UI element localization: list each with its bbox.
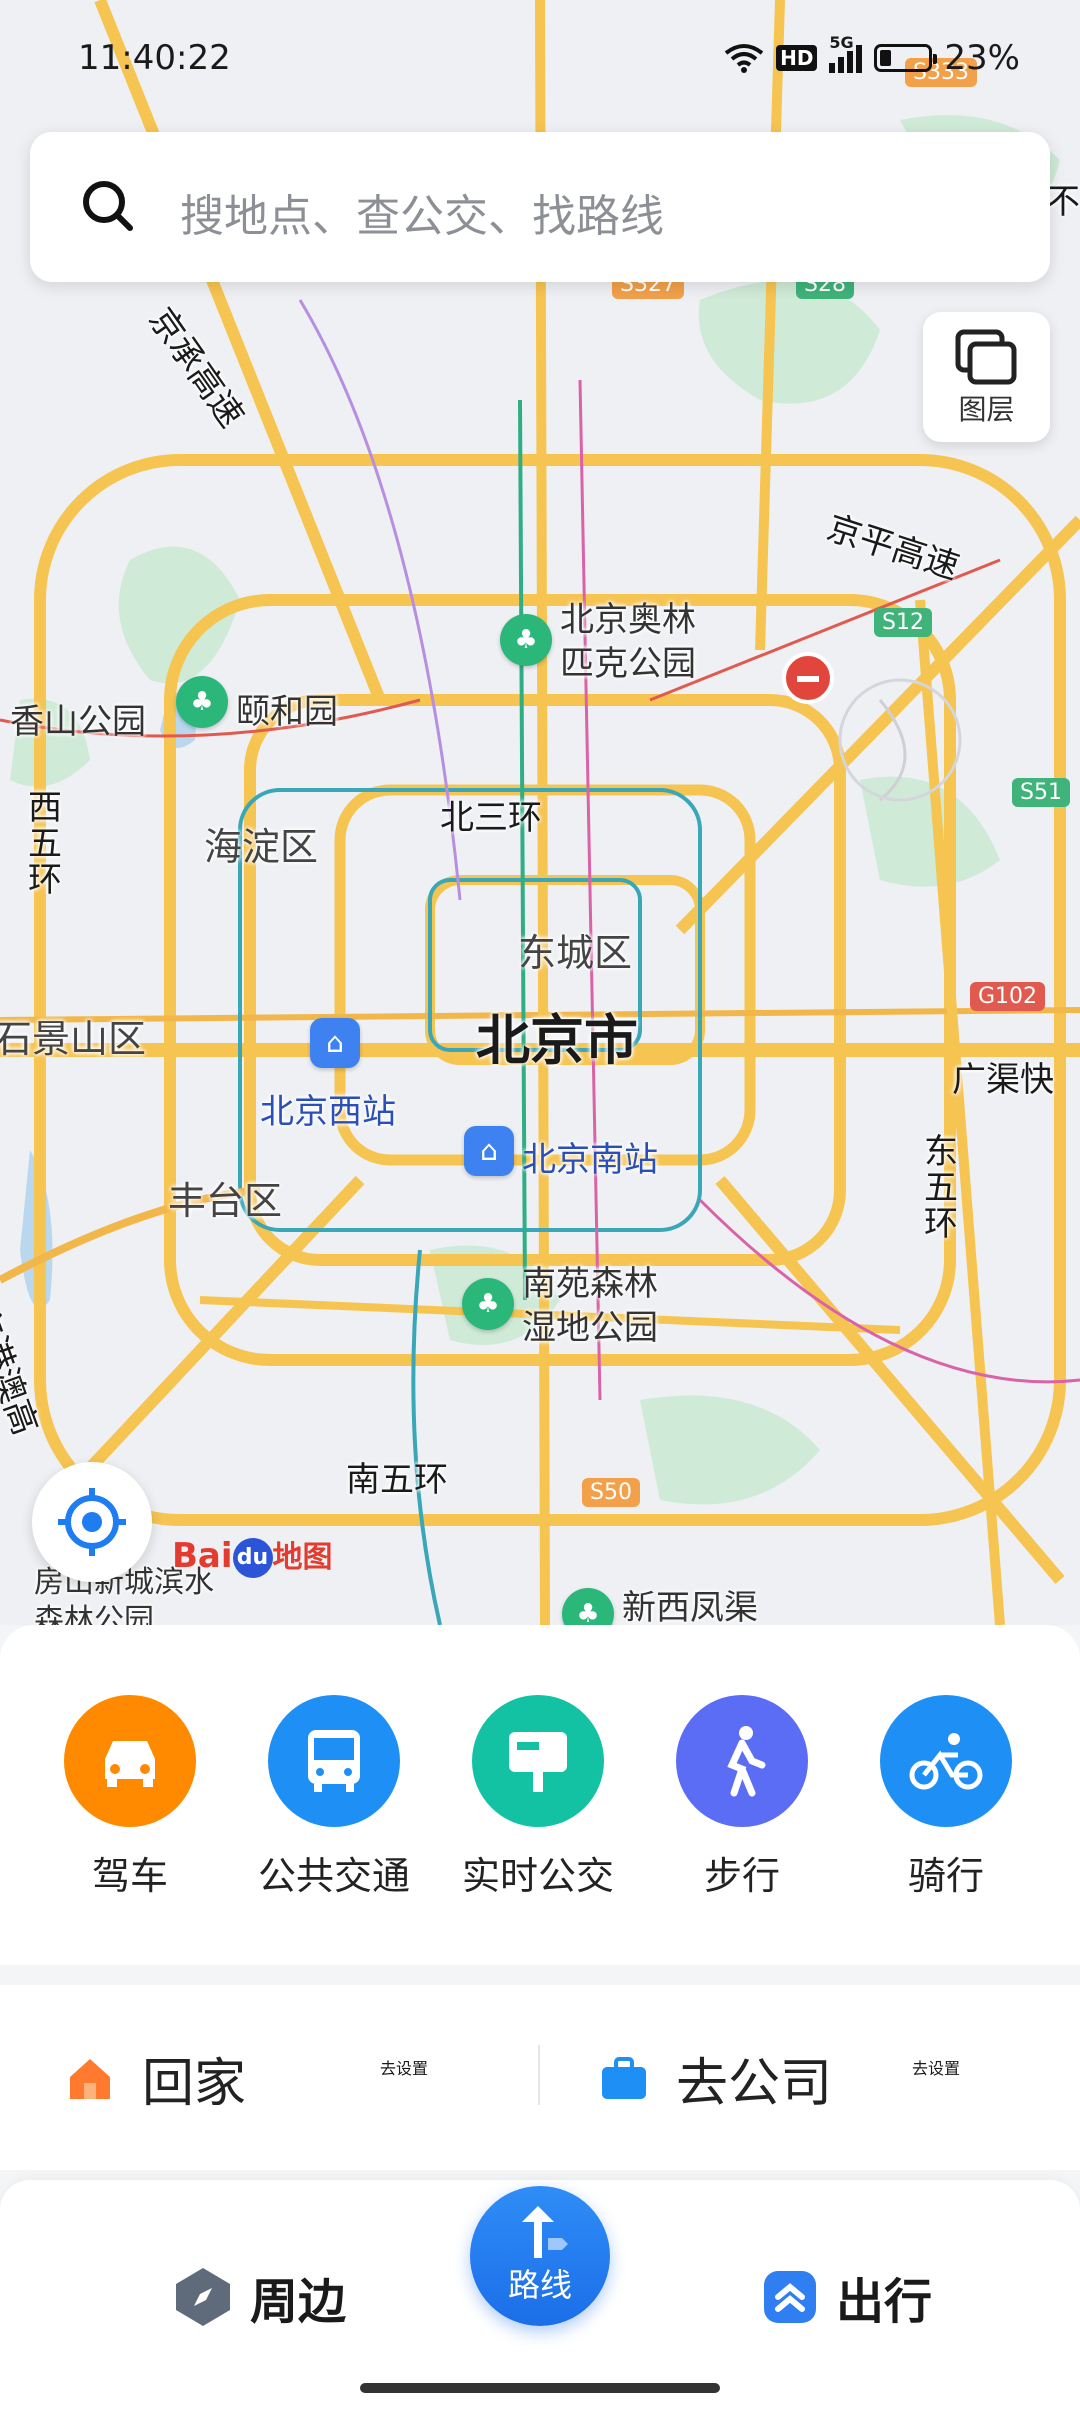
train-station-icon[interactable]: ⌂ (310, 1018, 360, 1068)
map-label-haidian[interactable]: 海淀区 (204, 816, 318, 871)
travel-icon (764, 2271, 816, 2323)
poi-xiangshan[interactable]: 香山公园 (10, 694, 146, 743)
map-label-fragment: 不 (1046, 182, 1080, 222)
tab-nearby[interactable]: 周边 (172, 2262, 346, 2332)
shortcuts-panel: 回家 去设置 去公司 去设置 (0, 1985, 1080, 2170)
search-placeholder: 搜地点、查公交、找路线 (180, 191, 664, 242)
map-label-shijingshan[interactable]: 石景山区 (0, 1008, 146, 1063)
status-bar: 11:40:22 HD 5G 23% (78, 33, 1040, 88)
battery-percent: 23% (944, 38, 1020, 78)
mode-transit[interactable]: 公共交通 (234, 1695, 434, 1900)
travel-mode-panel: 驾车 公共交通 实时公交 步行 骑行 (0, 1625, 1080, 1965)
briefcase-icon (602, 2056, 646, 2099)
tab-travel[interactable]: 出行 (760, 2262, 932, 2332)
bus-stop-icon (472, 1695, 604, 1827)
map-label-fengtai[interactable]: 丰台区 (168, 1170, 282, 1225)
poi-nanyuan[interactable]: 南苑森林 湿地公园 (522, 1262, 658, 1350)
work-setup-link[interactable]: 去设置 (912, 2055, 960, 2079)
park-icon[interactable]: ♣ (176, 676, 228, 728)
battery-icon (874, 44, 938, 72)
mode-label: 公共交通 (257, 1854, 410, 1898)
home-setup-link[interactable]: 去设置 (380, 2055, 428, 2079)
poi-yiheyuan[interactable]: 颐和园 (236, 684, 338, 733)
road-shield-s51: S51 (1012, 778, 1070, 807)
search-bar[interactable]: 搜地点、查公交、找路线 (30, 132, 1050, 282)
road-shield-g102: G102 (970, 982, 1046, 1011)
park-icon[interactable]: ♣ (462, 1278, 514, 1330)
cell-signal-icon: 5G (829, 33, 863, 73)
home-icon (70, 2058, 110, 2099)
road-shield-s12: S12 (874, 608, 932, 637)
map-label-nan-wu-huan: 南五环 (346, 1460, 448, 1500)
map-label-dongcheng[interactable]: 东城区 (518, 922, 632, 977)
poi-bj-west[interactable]: 北京西站 (260, 1084, 396, 1133)
route-label: 路线 (507, 2266, 572, 2304)
tab-travel-label: 出行 (836, 2274, 933, 2330)
route-arrow-icon (522, 2206, 568, 2258)
mode-walk[interactable]: 步行 (642, 1695, 842, 1900)
car-icon (64, 1695, 196, 1827)
mode-label: 驾车 (91, 1854, 168, 1898)
bus-icon (268, 1695, 400, 1827)
no-entry-icon[interactable] (782, 652, 834, 704)
layers-icon (955, 329, 1016, 385)
shortcut-work-title: 去公司 (676, 2054, 833, 2114)
train-station-icon[interactable]: ⌂ (464, 1126, 514, 1176)
baidu-logo: Bai du 地图 (172, 1536, 333, 1578)
mode-label: 骑行 (907, 1854, 984, 1898)
shortcut-home[interactable]: 回家 (66, 2041, 246, 2116)
mode-label: 实时公交 (461, 1854, 614, 1898)
mode-bike[interactable]: 骑行 (846, 1695, 1046, 1900)
home-indicator (360, 2383, 720, 2393)
map-label-guangqu: 广渠快 (952, 1060, 1054, 1100)
hd-badge: HD (776, 45, 818, 71)
poi-olympic-park[interactable]: 北京奥林 匹克公园 (560, 598, 696, 686)
search-icon (83, 181, 133, 231)
locate-button[interactable] (32, 1462, 152, 1582)
shortcut-work[interactable]: 去公司 (600, 2041, 832, 2116)
map-label-bei-san-huan: 北三环 (440, 798, 542, 838)
mode-realtime-bus[interactable]: 实时公交 (438, 1695, 638, 1900)
mode-label: 步行 (703, 1854, 780, 1898)
wifi-icon (724, 44, 764, 73)
poi-bj-south[interactable]: 北京南站 (522, 1132, 658, 1181)
locate-icon (58, 1488, 126, 1556)
road-shield-s50: S50 (582, 1478, 640, 1507)
divider (538, 2045, 540, 2105)
walk-icon (676, 1695, 808, 1827)
mode-drive[interactable]: 驾车 (30, 1695, 230, 1900)
bike-icon (880, 1695, 1012, 1827)
poi-xinxi[interactable]: 新西凤渠 (622, 1580, 758, 1625)
layers-label: 图层 (958, 393, 1015, 426)
tab-nearby-label: 周边 (250, 2274, 347, 2330)
shortcut-home-title: 回家 (142, 2054, 247, 2114)
status-time: 11:40:22 (78, 38, 231, 78)
map-label-dong-wu-huan: 东五环 (924, 1132, 958, 1244)
map-label-xi-wu-huan: 西五环 (28, 788, 62, 900)
route-button[interactable]: 路线 (470, 2186, 610, 2326)
layers-button[interactable]: 图层 (923, 312, 1050, 442)
park-icon[interactable]: ♣ (500, 614, 552, 666)
compass-icon (176, 2268, 230, 2326)
map-label-city[interactable]: 北京市 (476, 996, 638, 1075)
network-type: 5G (829, 33, 854, 52)
